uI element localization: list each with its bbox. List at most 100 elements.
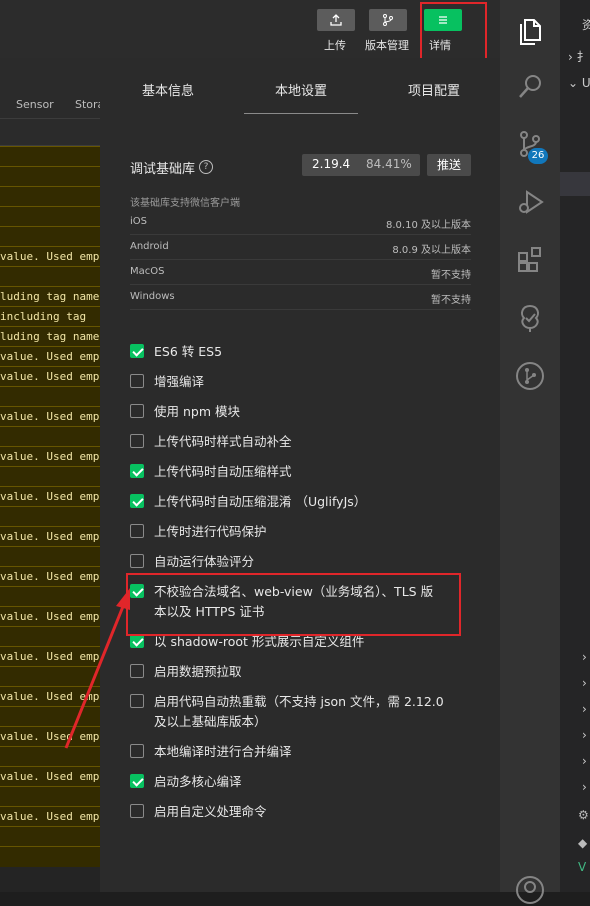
option-label-line: 上传代码时自动压缩样式 (154, 464, 292, 479)
option-checkbox[interactable] (130, 404, 144, 418)
chevron-right-icon[interactable]: › (582, 780, 587, 794)
source-control-badge: 26 (528, 148, 548, 164)
chevron-right-icon[interactable]: › (582, 676, 587, 690)
platform-support: 暂不支持 (431, 295, 471, 306)
explorer-sidebar: 资 › 扌 ⌄ U › › › › › › ⚙ ◆ V (560, 0, 590, 892)
option-checkbox[interactable] (130, 634, 144, 648)
option-checkbox[interactable] (130, 524, 144, 538)
chevron-right-icon[interactable]: › (582, 650, 587, 664)
console-line-text: luding tag name (0, 290, 100, 303)
git-file-icon: ◆ (578, 836, 588, 850)
platform-row: iOS 8.0.10 及以上版本 (130, 210, 471, 235)
platform-support: 8.0.9 及以上版本 (392, 245, 471, 256)
sidebar-section-open[interactable]: › 扌 (568, 48, 589, 65)
option-checkbox[interactable] (130, 374, 144, 388)
option-checkbox[interactable] (130, 554, 144, 568)
console-line-text: luding tag name (0, 330, 100, 343)
platform-name: iOS (130, 216, 147, 227)
option-checkbox[interactable] (130, 744, 144, 758)
base-library-select[interactable]: 2.19.4 84.41% (302, 154, 420, 176)
console-line (0, 266, 100, 287)
option-checkbox[interactable] (130, 694, 144, 708)
version-manage-button[interactable] (369, 9, 407, 31)
console-line: value. Used empt (0, 446, 100, 467)
activity-bar (500, 0, 560, 904)
console-line-text: value. Used empt (0, 530, 100, 543)
option-checkbox[interactable] (130, 804, 144, 818)
option-checkbox[interactable] (130, 434, 144, 448)
account-icon[interactable] (514, 874, 546, 906)
console-line (0, 666, 100, 687)
console-line-text: value. Used empt (0, 730, 100, 743)
sidebar-selected-row[interactable] (560, 172, 590, 196)
platform-row: Windows 暂不支持 (130, 285, 471, 310)
console-line (0, 426, 100, 447)
console-line (0, 506, 100, 527)
option-checkbox[interactable] (130, 664, 144, 678)
console-line: value. Used empt (0, 726, 100, 747)
chevron-right-icon[interactable]: › (582, 702, 587, 716)
search-icon[interactable] (514, 70, 546, 102)
help-icon[interactable]: ? (199, 160, 213, 174)
console-line: luding tag name (0, 286, 100, 307)
sidebar-section-workspace[interactable]: ⌄ U (568, 76, 590, 90)
console-line-text: value. Used empt (0, 250, 100, 263)
git-graph-icon[interactable] (514, 360, 546, 392)
testing-icon[interactable] (514, 302, 546, 334)
explorer-icon[interactable] (514, 14, 546, 46)
console-line-text: value. Used empt (0, 770, 100, 783)
console-line-text: value. Used empt (0, 490, 100, 503)
tab-local-settings[interactable]: 本地设置 (275, 80, 327, 99)
sidebar-section-label: U (581, 76, 590, 90)
chevron-right-icon[interactable]: › (582, 728, 587, 742)
console-line (0, 826, 100, 847)
option-label: 本地编译时进行合并编译 (154, 742, 292, 762)
console-line-text: value. Used empt (0, 690, 100, 703)
run-debug-icon[interactable] (514, 186, 546, 218)
option-label-line: 增强编译 (154, 374, 205, 389)
option-label: 上传代码时自动压缩样式 (154, 462, 292, 482)
tab-storage[interactable]: Stora (75, 98, 100, 111)
option-label-line: 上传代码时自动压缩混淆 （UglifyJs） (154, 494, 367, 509)
console-line: value. Used empt (0, 366, 100, 387)
platform-row: Android 8.0.9 及以上版本 (130, 235, 471, 260)
extensions-icon[interactable] (514, 244, 546, 276)
upload-icon (330, 14, 342, 26)
option-checkbox[interactable] (130, 464, 144, 478)
option-label: 启用代码自动热重载（不支持 json 文件，需 2.12.0 及以上基础库版本） (154, 692, 444, 732)
base-library-percent: 84.41% (366, 157, 412, 171)
console-line: value. Used empt (0, 406, 100, 427)
console-line-text: value. Used empt (0, 610, 100, 623)
annotation-highlight-details (420, 2, 487, 60)
option-label-line: 上传代码时样式自动补全 (154, 434, 292, 449)
option-label: 上传代码时自动压缩混淆 （UglifyJs） (154, 492, 366, 512)
console-line (0, 706, 100, 727)
console-line: value. Used empt (0, 646, 100, 667)
option-label-line: ES6 转 ES5 (154, 344, 223, 359)
console-line: value. Used empt (0, 686, 100, 707)
tab-basic-info[interactable]: 基本信息 (142, 80, 194, 99)
push-button[interactable]: 推送 (427, 154, 471, 176)
console-line (0, 166, 100, 187)
tab-project-config[interactable]: 项目配置 (408, 80, 460, 99)
console-line: value. Used empt (0, 346, 100, 367)
platform-name: Android (130, 241, 169, 252)
console-line-text: including tag (0, 310, 87, 323)
console-line (0, 466, 100, 487)
console-panel: Sensor Stora value. Used empt luding tag … (0, 58, 100, 892)
option-label: 启用数据预拉取 (154, 662, 242, 682)
console-line: value. Used empt (0, 566, 100, 587)
platform-name: Windows (130, 291, 175, 302)
console-line: value. Used empt (0, 806, 100, 827)
tab-sensor[interactable]: Sensor (16, 98, 54, 111)
option-checkbox[interactable] (130, 774, 144, 788)
upload-button[interactable] (317, 9, 355, 31)
chevron-right-icon[interactable]: › (582, 754, 587, 768)
option-checkbox[interactable] (130, 494, 144, 508)
version-manage-label: 版本管理 (365, 39, 409, 52)
option-label-line: 使用 npm 模块 (154, 404, 240, 419)
console-line: luding tag name (0, 326, 100, 347)
details-panel: 基本信息 本地设置 项目配置 调试基础库 ? 2.19.4 84.41% 推送 … (100, 58, 500, 892)
option-checkbox[interactable] (130, 344, 144, 358)
option-label: 自动运行体验评分 (154, 552, 254, 572)
